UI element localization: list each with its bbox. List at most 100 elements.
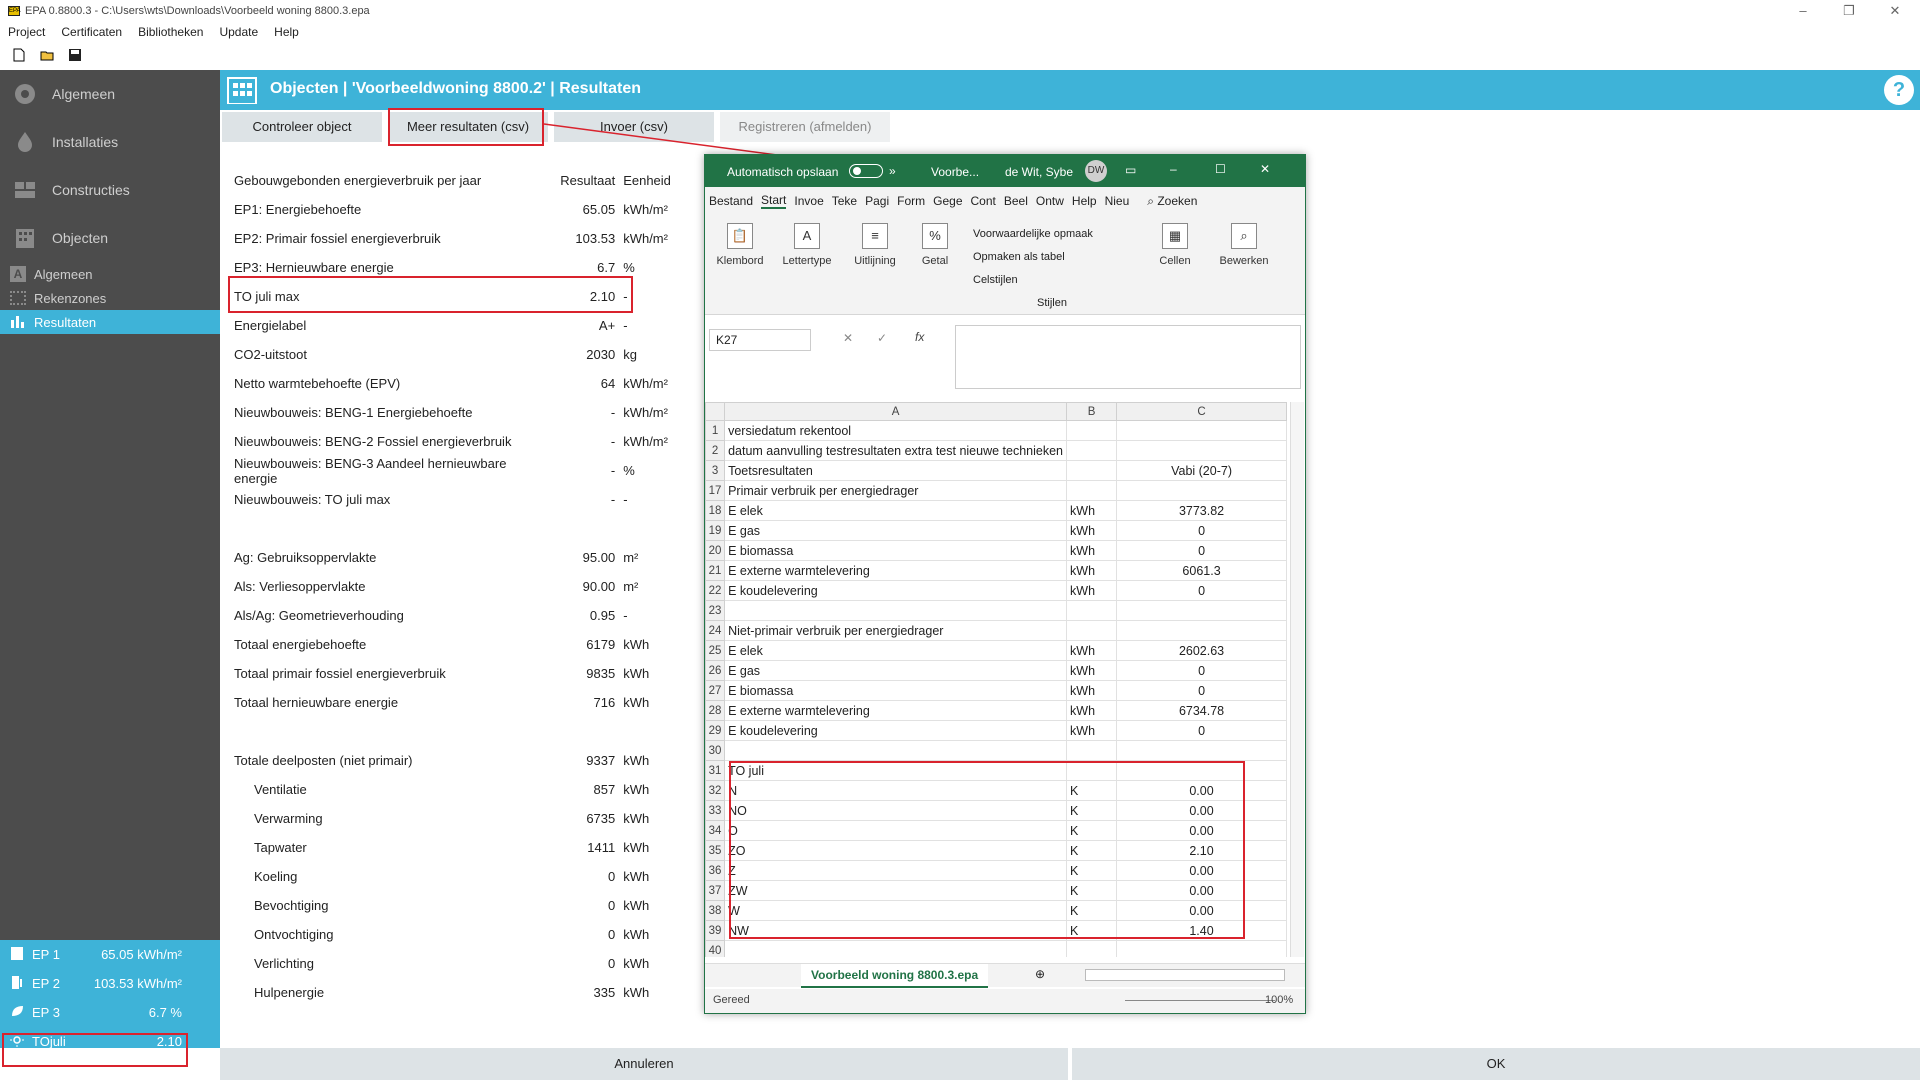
ribbon-tab[interactable]: Nieu <box>1105 194 1130 208</box>
column-header[interactable]: B <box>1066 402 1118 421</box>
row-header[interactable]: 32 <box>705 780 726 801</box>
cell[interactable]: E biomassa <box>724 680 1068 701</box>
open-folder-icon[interactable] <box>40 48 54 62</box>
cell[interactable]: 2602.63 <box>1116 640 1287 661</box>
menu-help[interactable]: Help <box>274 25 299 39</box>
row-header[interactable]: 2 <box>705 440 726 461</box>
search-box[interactable]: ⌕ Zoeken <box>1147 194 1197 209</box>
cell[interactable] <box>1066 940 1118 957</box>
vertical-scrollbar[interactable] <box>1290 402 1304 957</box>
sidebar-item-constructies[interactable]: Constructies <box>0 166 220 214</box>
cell[interactable] <box>1116 420 1287 441</box>
sidebar-item-installaties[interactable]: Installaties <box>0 118 220 166</box>
ribbon-tab[interactable]: Help <box>1072 194 1097 208</box>
new-file-icon[interactable] <box>12 48 26 62</box>
cell[interactable]: 6061.3 <box>1116 560 1287 581</box>
row-header[interactable]: 22 <box>705 580 726 601</box>
close-button[interactable]: ✕ <box>1872 0 1918 22</box>
cell[interactable]: 0 <box>1116 580 1287 601</box>
ribbon-tab[interactable]: Form <box>897 194 925 208</box>
cell[interactable]: E externe warmtelevering <box>724 560 1068 581</box>
select-all-corner[interactable] <box>705 402 726 421</box>
ribbon-tab[interactable]: Teke <box>832 194 857 208</box>
cell[interactable] <box>724 740 1068 761</box>
cell[interactable]: kWh <box>1066 500 1118 521</box>
menu-project[interactable]: Project <box>8 25 45 39</box>
cancel-button[interactable]: Annuleren <box>220 1048 1068 1080</box>
cell[interactable] <box>1116 740 1287 761</box>
row-header[interactable]: 26 <box>705 660 726 681</box>
fx-icon[interactable]: fx <box>915 330 924 344</box>
row-header[interactable]: 40 <box>705 940 726 957</box>
formula-bar[interactable] <box>955 325 1301 389</box>
cell[interactable]: 0 <box>1116 540 1287 561</box>
sheet-tab[interactable]: Voorbeeld woning 8800.3.epa <box>801 964 989 988</box>
cell[interactable] <box>1116 600 1287 621</box>
row-header[interactable]: 17 <box>705 480 726 501</box>
save-icon[interactable] <box>68 48 82 62</box>
cell[interactable]: E elek <box>724 500 1068 521</box>
menu-bibliotheken[interactable]: Bibliotheken <box>138 25 203 39</box>
row-header[interactable]: 24 <box>705 620 726 641</box>
ribbon-tab[interactable]: Start <box>761 193 787 209</box>
minimize-button[interactable]: – <box>1780 0 1826 22</box>
sidebar-item-objecten[interactable]: Objecten <box>0 214 220 262</box>
cell[interactable]: 6734.78 <box>1116 700 1287 721</box>
cell[interactable]: kWh <box>1066 660 1118 681</box>
row-header[interactable]: 1 <box>705 420 726 441</box>
cell[interactable]: kWh <box>1066 720 1118 741</box>
cell[interactable] <box>1116 480 1287 501</box>
maximize-button[interactable]: ☐ <box>1215 162 1226 176</box>
cell[interactable] <box>724 600 1068 621</box>
cell[interactable]: kWh <box>1066 540 1118 561</box>
row-header[interactable]: 25 <box>705 640 726 661</box>
row-header[interactable]: 3 <box>705 460 726 481</box>
ribbon-tab[interactable]: Invoe <box>794 194 823 208</box>
tab-controleer-object[interactable]: Controleer object <box>222 112 382 142</box>
cell[interactable]: kWh <box>1066 700 1118 721</box>
cell[interactable]: Toetsresultaten <box>724 460 1068 481</box>
row-header[interactable]: 31 <box>705 760 726 781</box>
format-as-table-button[interactable]: Opmaken als tabel <box>973 246 1093 269</box>
zoom-slider[interactable] <box>1125 1000 1275 1001</box>
ok-button[interactable]: OK <box>1072 1048 1920 1080</box>
cell[interactable]: datum aanvulling testresultaten extra te… <box>724 440 1068 461</box>
cell[interactable] <box>1116 940 1287 957</box>
sidebar-item-algemeen[interactable]: Algemeen <box>0 70 220 118</box>
ribbon-tab[interactable]: Beel <box>1004 194 1028 208</box>
row-header[interactable]: 36 <box>705 860 726 881</box>
check-icon[interactable]: ✓ <box>877 331 887 345</box>
menu-update[interactable]: Update <box>219 25 258 39</box>
sidebar-subitem-algemeen[interactable]: A Algemeen <box>0 262 220 286</box>
cell[interactable] <box>1116 620 1287 641</box>
autosave-toggle[interactable] <box>849 164 883 178</box>
row-header[interactable]: 38 <box>705 900 726 921</box>
row-header[interactable]: 23 <box>705 600 726 621</box>
cell[interactable] <box>1066 420 1118 441</box>
row-header[interactable]: 33 <box>705 800 726 821</box>
excel-filename[interactable]: Voorbe... <box>931 165 979 179</box>
maximize-button[interactable]: ❐ <box>1826 0 1872 22</box>
alignment-group[interactable]: ≡ Uitlijning <box>845 223 905 267</box>
row-header[interactable]: 19 <box>705 520 726 541</box>
clipboard-group[interactable]: 📋 Klembord <box>711 223 769 267</box>
cell[interactable]: kWh <box>1066 640 1118 661</box>
cell[interactable]: 3773.82 <box>1116 500 1287 521</box>
row-header[interactable]: 30 <box>705 740 726 761</box>
cell[interactable] <box>1066 600 1118 621</box>
cell[interactable]: versiedatum rekentool <box>724 420 1068 441</box>
cell[interactable]: E biomassa <box>724 540 1068 561</box>
cell[interactable]: 0 <box>1116 680 1287 701</box>
chevron-right-icon[interactable]: » <box>889 164 896 178</box>
row-header[interactable]: 27 <box>705 680 726 701</box>
cancel-icon[interactable]: ✕ <box>843 331 853 345</box>
row-header[interactable]: 21 <box>705 560 726 581</box>
sidebar-subitem-resultaten[interactable]: Resultaten <box>0 310 220 334</box>
close-button[interactable]: ✕ <box>1260 162 1270 176</box>
cell[interactable]: E gas <box>724 660 1068 681</box>
cell[interactable]: kWh <box>1066 560 1118 581</box>
cell-styles-button[interactable]: Celstijlen <box>973 269 1093 292</box>
cell[interactable]: kWh <box>1066 520 1118 541</box>
ribbon-tab[interactable]: Bestand <box>709 194 753 208</box>
minimize-button[interactable]: – <box>1170 162 1177 176</box>
